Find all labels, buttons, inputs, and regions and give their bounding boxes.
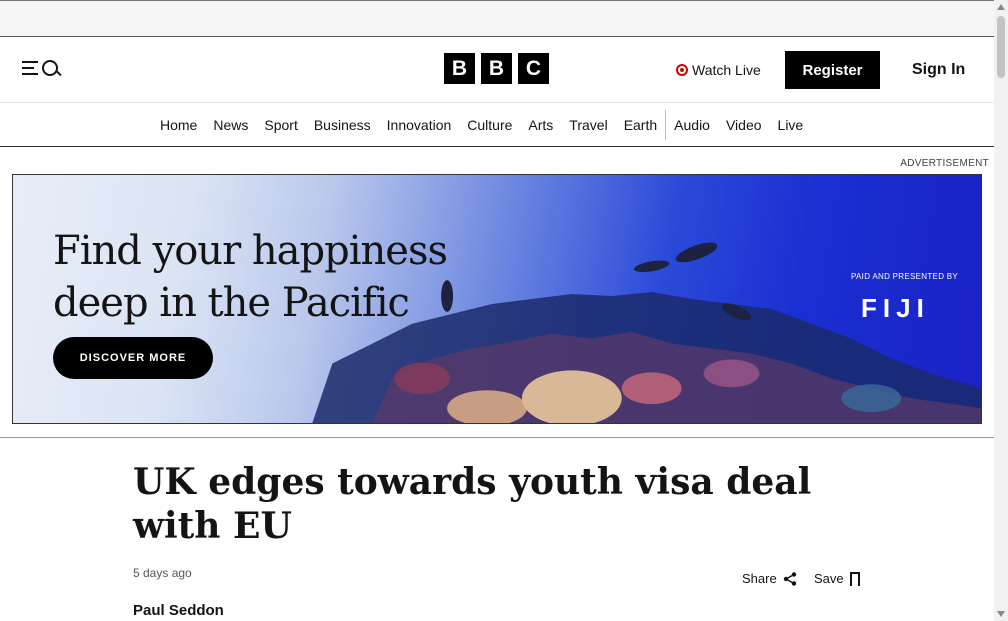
main-navigation: Home News Sport Business Innovation Cult…: [0, 103, 994, 147]
article-title: UK edges towards youth visa deal with EU: [133, 461, 812, 547]
scroll-up-icon[interactable]: [997, 4, 1005, 10]
ad-brand-logo: FIJI: [861, 293, 930, 323]
advertisement-label: ADVERTISEMENT: [900, 158, 989, 169]
ad-headline: Find your happiness deep in the Pacific: [53, 225, 448, 329]
discover-more-button[interactable]: DISCOVER MORE: [53, 337, 213, 379]
nav-item-video[interactable]: Video: [718, 117, 770, 133]
section-divider: [0, 437, 994, 438]
nav-item-home[interactable]: Home: [152, 117, 205, 133]
nav-item-news[interactable]: News: [205, 117, 256, 133]
save-button[interactable]: Save: [814, 571, 860, 588]
sign-in-link[interactable]: Sign In: [912, 61, 965, 79]
share-button[interactable]: Share: [742, 571, 797, 586]
advertisement-banner[interactable]: Find your happiness deep in the Pacific …: [12, 174, 982, 424]
live-icon: [676, 64, 688, 76]
scroll-down-icon[interactable]: [997, 611, 1005, 617]
browser-top-strip: [0, 0, 994, 37]
nav-item-earth[interactable]: Earth: [616, 117, 665, 133]
save-label: Save: [814, 571, 844, 586]
nav-item-arts[interactable]: Arts: [520, 117, 561, 133]
site-header: B B C Watch Live Register Sign In: [0, 37, 994, 103]
nav-item-live[interactable]: Live: [770, 117, 812, 133]
ad-sponsor-label: PAID AND PRESENTED BY: [851, 272, 959, 281]
nav-item-business[interactable]: Business: [306, 117, 379, 133]
article-timestamp: 5 days ago: [133, 566, 192, 580]
page-scrollbar[interactable]: [994, 0, 1008, 621]
nav-item-culture[interactable]: Culture: [459, 117, 520, 133]
bbc-logo[interactable]: B B C: [444, 53, 549, 84]
share-label: Share: [742, 571, 777, 586]
ad-headline-line: deep in the Pacific: [53, 280, 410, 326]
bookmark-icon: [849, 571, 860, 588]
logo-letter: B: [481, 53, 512, 84]
logo-letter: C: [518, 53, 549, 84]
nav-item-innovation[interactable]: Innovation: [379, 117, 460, 133]
watch-live-link[interactable]: Watch Live: [676, 62, 761, 78]
menu-search-icon[interactable]: [22, 59, 62, 81]
scrollbar-thumb[interactable]: [997, 16, 1005, 78]
register-button[interactable]: Register: [785, 51, 880, 89]
nav-item-travel[interactable]: Travel: [561, 117, 615, 133]
nav-item-audio[interactable]: Audio: [666, 117, 718, 133]
watch-live-label: Watch Live: [692, 62, 761, 78]
ad-headline-line: Find your happiness: [53, 228, 448, 274]
nav-item-sport[interactable]: Sport: [256, 117, 305, 133]
share-icon: [783, 571, 797, 586]
article-author: Paul Seddon: [133, 602, 224, 619]
logo-letter: B: [444, 53, 475, 84]
